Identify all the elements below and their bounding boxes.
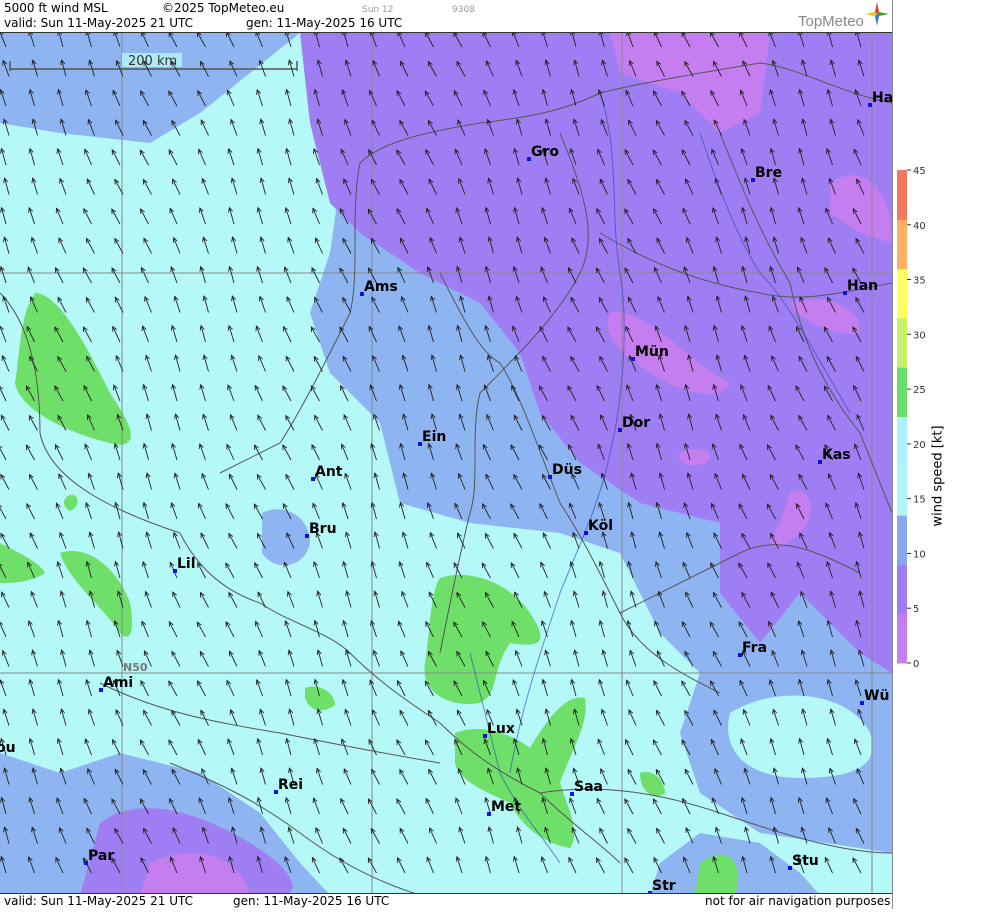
city-label: Lux	[487, 721, 515, 737]
city-saa: Saa	[570, 779, 603, 796]
legend-color-bar	[897, 170, 907, 664]
city-label: Gro	[531, 144, 559, 160]
legend-tick-label: 45	[913, 166, 926, 177]
city-label: Wü	[864, 688, 889, 704]
city-label: Ams	[364, 279, 398, 295]
footer-generated-time: gen: 11-May-2025 16 UTC	[233, 894, 390, 908]
city-label: Dor	[622, 415, 650, 431]
legend-tick-label: 35	[913, 276, 926, 287]
city-label: Han	[847, 278, 878, 294]
city-label: Rei	[278, 777, 303, 793]
city-label: Düs	[552, 462, 582, 478]
city-mün: Mün	[631, 344, 669, 361]
footer-valid-time: valid: Sun 11-May-2025 21 UTC	[4, 894, 193, 908]
city-label: Ein	[422, 429, 446, 445]
legend-color-segment	[897, 515, 907, 565]
city-label: Fra	[742, 640, 767, 656]
city-label: Köl	[588, 518, 613, 534]
city-han: Han	[843, 278, 878, 295]
legend-color-segment	[897, 416, 907, 467]
legend-tick-label: 20	[913, 440, 926, 451]
legend-tick-label: 30	[913, 330, 926, 341]
city-par: Par	[84, 848, 114, 865]
city-label: Met	[491, 799, 521, 815]
city-gro: Gro	[527, 144, 559, 161]
city-fra: Fra	[738, 640, 767, 657]
city-ou: ou	[0, 740, 16, 756]
city-label: Ami	[103, 675, 133, 691]
copyright-text: ©2025 TopMeteo.eu	[162, 1, 285, 15]
city-kas: Kas	[818, 447, 851, 464]
latitude-label: N50	[123, 661, 148, 674]
map-header: 5000 ft wind MSL ©2025 TopMeteo.eu Sun 1…	[0, 0, 892, 32]
city-rei: Rei	[274, 777, 303, 794]
legend-color-segment	[897, 465, 907, 516]
city-wü: Wü	[860, 688, 889, 705]
city-label: Kas	[822, 447, 851, 463]
legend-color-segment	[897, 613, 907, 664]
city-ant: Ant	[311, 464, 343, 481]
day-tab[interactable]: Sun 12	[362, 3, 393, 17]
city-stu: Stu	[788, 853, 819, 870]
city-label: Ha	[872, 90, 892, 106]
valid-time: valid: Sun 11-May-2025 21 UTC	[4, 16, 193, 30]
city-ams: Ams	[360, 279, 398, 296]
legend-color-segment	[897, 170, 907, 220]
wind-map[interactable]: 200 km N50 Ha Gro Bre Ams Han Mün Ein Dor Kas Ant…	[0, 32, 892, 894]
generated-time: gen: 11-May-2025 16 UTC	[246, 16, 403, 30]
city-bre: Bre	[751, 165, 782, 182]
city-dor: Dor	[618, 415, 650, 432]
legend-color-segment	[897, 317, 907, 368]
compass-star-icon	[865, 2, 889, 26]
city-lux: Lux	[483, 721, 515, 738]
city-köl: Köl	[584, 518, 613, 535]
city-str: Str	[648, 878, 676, 894]
disclaimer-text: not for air navigation purposes	[705, 894, 891, 908]
legend-tick-label: 0	[913, 659, 919, 670]
legend-tick-label: 5	[913, 604, 919, 615]
city-label: Par	[88, 848, 114, 864]
city-label: Ant	[315, 464, 343, 480]
legend-title: wind speed [kt]	[930, 425, 946, 527]
city-label: Bre	[755, 165, 782, 181]
map-footer: valid: Sun 11-May-2025 21 UTC gen: 11-Ma…	[0, 894, 892, 909]
product-title: 5000 ft wind MSL	[4, 1, 108, 15]
legend-color-segment	[897, 367, 907, 417]
legend-tick-label: 10	[913, 549, 926, 560]
city-düs: Düs	[548, 462, 582, 479]
topmeteo-logo: TopMeteo	[798, 2, 889, 30]
legend-tick-label: 15	[913, 495, 926, 506]
city-ami: Ami	[99, 675, 133, 692]
legend-tick-label: 40	[913, 221, 926, 232]
city-label: ou	[0, 740, 16, 756]
city-met: Met	[487, 799, 521, 816]
city-label: Mün	[635, 344, 669, 360]
city-ein: Ein	[418, 429, 446, 446]
city-label: Lil	[177, 556, 196, 572]
city-bru: Bru	[305, 521, 337, 538]
city-label: Bru	[309, 521, 337, 537]
scale-label: 200 km	[128, 54, 177, 69]
legend-color-segment	[897, 268, 907, 319]
city-lil: Lil	[173, 556, 196, 573]
city-label: Saa	[574, 779, 603, 795]
logo-text: TopMeteo	[798, 13, 864, 30]
city-ha: Ha	[868, 90, 892, 107]
legend-tick-label: 25	[913, 385, 926, 396]
run-code: 9308	[452, 5, 475, 15]
legend-color-segment	[897, 564, 907, 615]
wind-map-canvas: 200 km N50 Ha Gro Bre Ams Han Mün Ein Dor Kas Ant…	[0, 33, 892, 894]
city-label: Str	[652, 878, 676, 894]
city-label: Stu	[792, 853, 819, 869]
legend-ticks: 45 40 35 30 25 20 15 10 5 0	[907, 166, 926, 670]
legend-color-segment	[897, 219, 907, 270]
